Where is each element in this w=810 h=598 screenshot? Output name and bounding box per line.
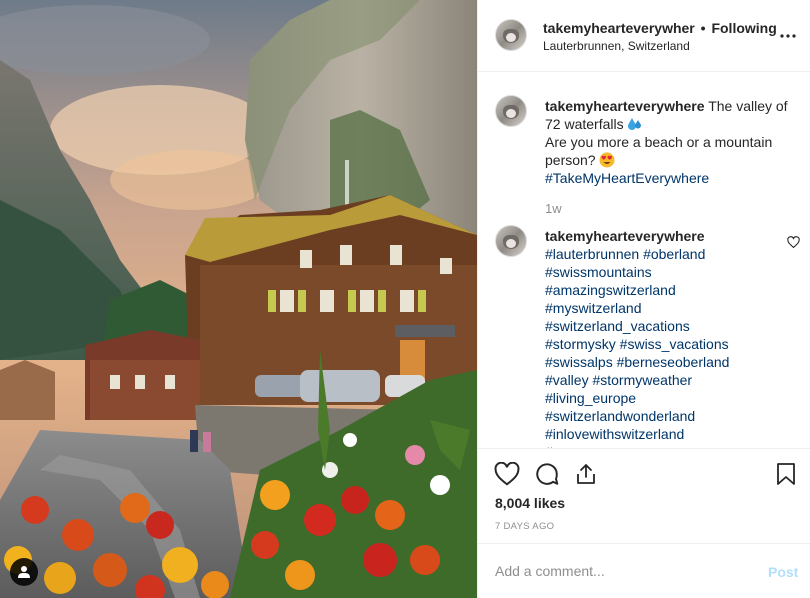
caption-line: Are you more a beach or a mountain bbox=[545, 134, 773, 150]
hashtag-line[interactable]: #switzerland_vacations bbox=[545, 317, 795, 335]
caption-timestamp[interactable]: 1w bbox=[545, 201, 562, 216]
water-drops-emoji bbox=[627, 116, 643, 132]
post-date[interactable]: 7 DAYS AGO bbox=[495, 521, 554, 532]
comment-like-icon[interactable] bbox=[787, 235, 801, 249]
likes-count[interactable]: 8,004 likes bbox=[495, 495, 565, 511]
post-author: takemyhearteverywher • Following bbox=[543, 20, 777, 36]
hashtag-line[interactable]: #inlovewithswitzerland bbox=[545, 425, 795, 443]
comments-list[interactable]: takemyhearteverywhere The valley of 72 w… bbox=[478, 72, 810, 448]
caption-hashtag[interactable]: #TakeMyHeartEverywhere bbox=[545, 169, 795, 187]
add-comment-bar: Post bbox=[478, 543, 810, 598]
caption-text: takemyhearteverywhere The valley of 72 w… bbox=[545, 97, 795, 187]
caption: takemyhearteverywhere The valley of 72 w… bbox=[495, 95, 795, 216]
caption-line: person? bbox=[545, 152, 596, 168]
more-options-icon[interactable] bbox=[778, 26, 798, 46]
hashtag-line[interactable]: #valley #stormyweather bbox=[545, 371, 795, 389]
post-side-panel: takemyhearteverywher • Following Lauterb… bbox=[477, 0, 810, 598]
location-link[interactable]: Lauterbrunnen, Switzerland bbox=[543, 39, 690, 53]
avatar[interactable] bbox=[495, 95, 527, 127]
comment-text: takemyhearteverywhere #lauterbrunnen #ob… bbox=[545, 227, 795, 448]
caption-line: 72 waterfalls bbox=[545, 116, 624, 132]
comment-username[interactable]: takemyhearteverywhere bbox=[545, 227, 795, 245]
post-actions: 8,004 likes 7 DAYS AGO Post bbox=[478, 448, 810, 598]
hashtag-line[interactable]: #swissalps #berneseoberland bbox=[545, 353, 795, 371]
comment-icon[interactable] bbox=[533, 460, 561, 488]
post-header: takemyhearteverywher • Following Lauterb… bbox=[478, 0, 810, 72]
post-photo[interactable] bbox=[0, 0, 477, 598]
hashtag-line[interactable]: #lauterbrunnen #oberland bbox=[545, 245, 795, 263]
following-button[interactable]: Following bbox=[711, 20, 776, 36]
hashtag-line[interactable]: #stormysky #swiss_vacations bbox=[545, 335, 795, 353]
hashtag-line[interactable]: #swissmountains bbox=[545, 263, 795, 281]
avatar[interactable] bbox=[495, 19, 527, 51]
hashtag-line[interactable]: #amazingswitzerland bbox=[545, 281, 795, 299]
share-icon[interactable] bbox=[572, 460, 600, 488]
hashtag-line[interactable]: #switzerlandwonderland bbox=[545, 407, 795, 425]
hashtag-line[interactable]: #living_europe bbox=[545, 389, 795, 407]
separator-dot: • bbox=[700, 20, 706, 36]
avatar[interactable] bbox=[495, 225, 527, 257]
lauterbrunnen-photo bbox=[0, 0, 477, 598]
heart-eyes-emoji bbox=[599, 152, 615, 168]
post-comment-button[interactable]: Post bbox=[768, 564, 798, 580]
caption-username[interactable]: takemyhearteverywhere bbox=[545, 98, 705, 114]
comment-item: takemyhearteverywhere #lauterbrunnen #ob… bbox=[495, 225, 800, 448]
bookmark-icon[interactable] bbox=[772, 460, 800, 488]
tagged-user-icon[interactable] bbox=[10, 558, 38, 586]
hashtag-line[interactable]: #myswitzerland bbox=[545, 299, 795, 317]
heart-icon[interactable] bbox=[493, 460, 521, 488]
comment-input[interactable] bbox=[495, 558, 745, 584]
caption-line: The valley of bbox=[708, 98, 788, 114]
author-username[interactable]: takemyhearteverywher bbox=[543, 20, 695, 36]
